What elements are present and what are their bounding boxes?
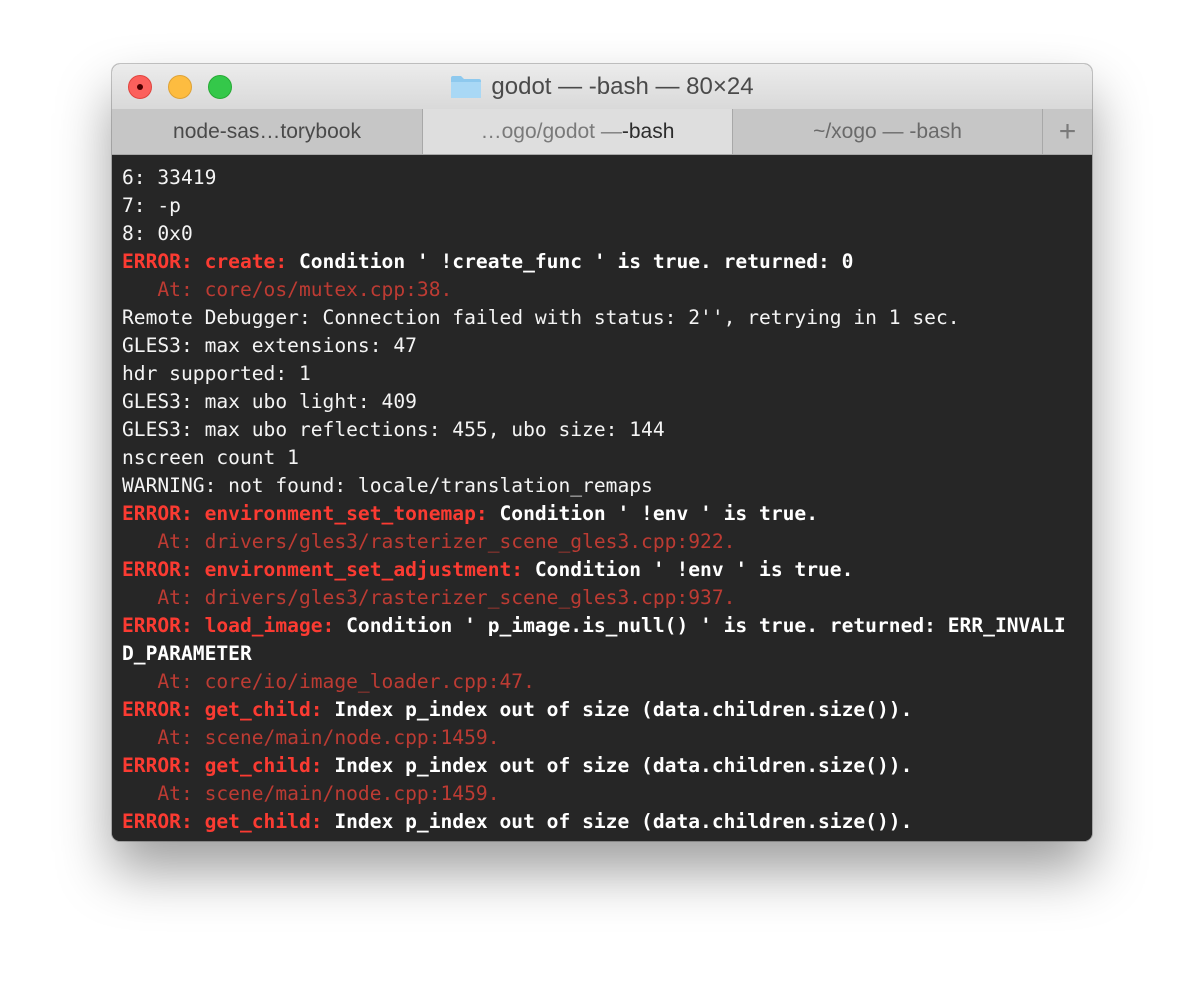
location-line: At: core/os/mutex.cpp:38.	[122, 276, 1092, 304]
error-message: Index p_index out of size (data.children…	[334, 810, 913, 833]
output-text: 7: -p	[122, 194, 181, 217]
error-message: Condition ' p_image.is_null() ' is true.…	[346, 614, 1066, 637]
output-text: GLES3: max ubo light: 409	[122, 390, 417, 413]
tab-xogo[interactable]: ~/xogo — -bash	[733, 109, 1043, 154]
error-line: ERROR: get_child: Index p_index out of s…	[122, 696, 1092, 724]
output-text: 6: 33419	[122, 166, 217, 189]
error-function: get_child:	[204, 754, 323, 777]
window-title-area: godot — -bash — 80×24	[112, 64, 1092, 109]
tab-godot[interactable]: …ogo/godot — -bash	[423, 109, 733, 154]
error-label: ERROR:	[122, 614, 193, 637]
tab-bar: node-sas…torybook …ogo/godot — -bash ~/x…	[112, 109, 1092, 155]
error-message: Index p_index out of size (data.children…	[334, 754, 913, 777]
error-line: ERROR: environment_set_tonemap: Conditio…	[122, 500, 1092, 528]
output-text: nscreen count 1	[122, 446, 299, 469]
location-line: At: core/io/image_loader.cpp:47.	[122, 668, 1092, 696]
output-text: hdr supported: 1	[122, 362, 311, 385]
error-function: get_child:	[204, 810, 323, 833]
error-message: Condition ' !create_func ' is true. retu…	[298, 250, 854, 273]
location-line: At: scene/main/node.cpp:1459.	[122, 724, 1092, 752]
location-line: At: scene/main/node.cpp:1459.	[122, 780, 1092, 808]
location-text: At: drivers/gles3/rasterizer_scene_gles3…	[122, 530, 736, 553]
output-text: GLES3: max ubo reflections: 455, ubo siz…	[122, 418, 665, 441]
output-line: nscreen count 1	[122, 444, 1092, 472]
output-line: GLES3: max ubo reflections: 455, ubo siz…	[122, 416, 1092, 444]
error-function: environment_set_tonemap:	[204, 502, 488, 525]
tab-node-storybook[interactable]: node-sas…torybook	[112, 109, 423, 154]
output-text: D_PARAMETER	[122, 642, 252, 665]
location-line: At: drivers/gles3/rasterizer_scene_gles3…	[122, 584, 1092, 612]
location-text: At: core/io/image_loader.cpp:47.	[122, 670, 535, 693]
window-title: godot — -bash — 80×24	[491, 72, 754, 100]
output-line: hdr supported: 1	[122, 360, 1092, 388]
error-label: ERROR:	[122, 250, 193, 273]
location-text: At: drivers/gles3/rasterizer_scene_gles3…	[122, 586, 736, 609]
location-text: At: scene/main/node.cpp:1459.	[122, 782, 500, 805]
error-label: ERROR:	[122, 698, 193, 721]
tab-label: ~/xogo — -bash	[813, 119, 962, 143]
location-line: At: drivers/gles3/rasterizer_scene_gles3…	[122, 528, 1092, 556]
new-tab-button[interactable]: +	[1043, 109, 1092, 154]
error-function: environment_set_adjustment:	[204, 558, 524, 581]
error-line: ERROR: load_image: Condition ' p_image.i…	[122, 612, 1092, 640]
output-line: Remote Debugger: Connection failed with …	[122, 304, 1092, 332]
location-text: At: scene/main/node.cpp:1459.	[122, 726, 500, 749]
output-line: 6: 33419	[122, 164, 1092, 192]
terminal-window: godot — -bash — 80×24 node-sas…torybook …	[112, 64, 1092, 841]
output-line: D_PARAMETER	[122, 640, 1092, 668]
output-line: WARNING: not found: locale/translation_r…	[122, 472, 1092, 500]
error-line: ERROR: get_child: Index p_index out of s…	[122, 752, 1092, 780]
output-line: GLES3: max ubo light: 409	[122, 388, 1092, 416]
error-label: ERROR:	[122, 502, 193, 525]
location-text: At: core/os/mutex.cpp:38.	[122, 278, 453, 301]
output-text: 8: 0x0	[122, 222, 193, 245]
error-line: ERROR: environment_set_adjustment: Condi…	[122, 556, 1092, 584]
error-function: create:	[204, 250, 288, 273]
error-message: Condition ' !env ' is true.	[499, 502, 819, 525]
output-line: 7: -p	[122, 192, 1092, 220]
plus-icon: +	[1058, 114, 1077, 148]
error-function: load_image:	[204, 614, 335, 637]
error-function: get_child:	[204, 698, 323, 721]
tab-label: …ogo/godot —	[480, 119, 622, 143]
error-label: ERROR:	[122, 558, 193, 581]
output-line: 8: 0x0	[122, 220, 1092, 248]
error-label: ERROR:	[122, 754, 193, 777]
title-bar[interactable]: godot — -bash — 80×24	[112, 64, 1092, 110]
output-text: GLES3: max extensions: 47	[122, 334, 417, 357]
error-message: Index p_index out of size (data.children…	[334, 698, 913, 721]
error-label: ERROR:	[122, 810, 193, 833]
output-text: Remote Debugger: Connection failed with …	[122, 306, 960, 329]
folder-icon	[450, 75, 482, 99]
terminal-output[interactable]: 6: 33419 7: -p 8: 0x0 ERROR: create: Condit…	[112, 156, 1092, 841]
error-line: ERROR: get_child: Index p_index out of s…	[122, 808, 1092, 836]
error-line: ERROR: create: Condition ' !create_func …	[122, 248, 1092, 276]
output-text: WARNING: not found: locale/translation_r…	[122, 474, 653, 497]
error-message: Condition ' !env ' is true.	[534, 558, 854, 581]
tab-command: -bash	[621, 119, 675, 143]
tab-label: node-sas…torybook	[173, 119, 361, 143]
output-line: GLES3: max extensions: 47	[122, 332, 1092, 360]
